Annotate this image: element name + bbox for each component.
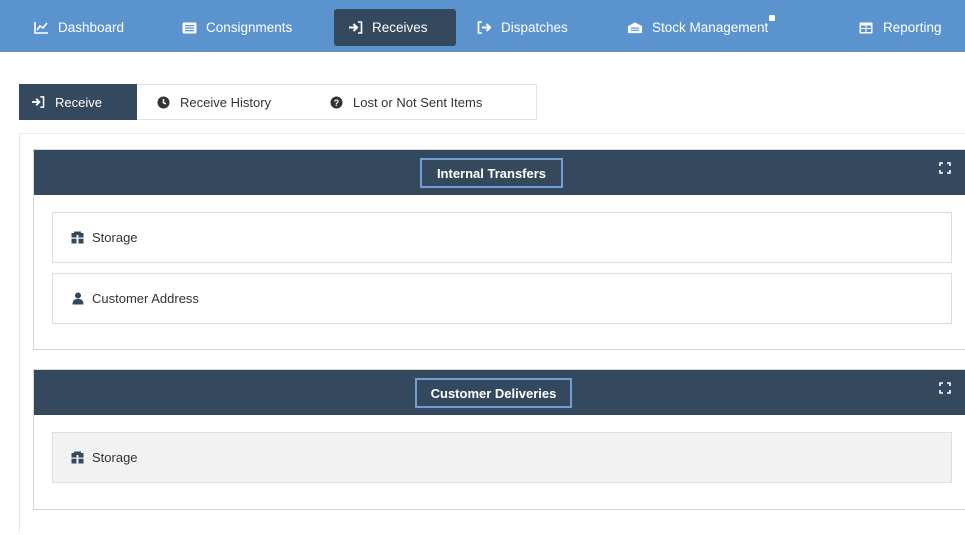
top-nav: Dashboard Consignments Receives Dispatch… (0, 0, 965, 52)
clock-icon (156, 95, 170, 109)
nav-dashboard-label: Dashboard (58, 20, 125, 35)
nav-reporting-label: Reporting (883, 20, 942, 35)
line-chart-icon (33, 21, 49, 35)
list-item-storage[interactable]: Storage (52, 432, 952, 483)
storage-icon (71, 451, 84, 464)
panel-header: Internal Transfers (34, 150, 965, 195)
list-item-customer-address[interactable]: Customer Address (52, 273, 952, 324)
panel-internal-transfers: Internal Transfers Storage Customer Addr… (33, 149, 965, 350)
row-label: Customer Address (92, 291, 199, 306)
user-icon (71, 292, 84, 305)
expand-icon[interactable] (939, 382, 951, 394)
question-circle-icon: ? (329, 95, 343, 109)
sign-out-icon (476, 21, 492, 35)
tab-lost-or-not-sent[interactable]: ? Lost or Not Sent Items (317, 85, 494, 119)
panel-title: Customer Deliveries (415, 378, 572, 408)
panel-customer-deliveries: Customer Deliveries Storage (33, 369, 965, 510)
nav-receives[interactable]: Receives (334, 9, 456, 46)
row-label: Storage (92, 230, 138, 245)
nav-dispatches[interactable]: Dispatches (463, 9, 581, 46)
tab-receive-label: Receive (55, 94, 102, 110)
panel-header: Customer Deliveries (34, 370, 965, 415)
sign-in-icon (31, 95, 45, 109)
nav-stock-management-label: Stock Management (652, 20, 769, 35)
warehouse-icon (627, 21, 643, 35)
sign-in-icon (347, 21, 363, 35)
nav-reporting[interactable]: Reporting (845, 9, 955, 46)
nav-consignments[interactable]: Consignments (168, 9, 305, 46)
tab-receive[interactable]: Receive (19, 84, 137, 120)
svg-text:?: ? (333, 98, 339, 108)
tab-receive-history[interactable]: Receive History (144, 85, 283, 119)
nav-dashboard[interactable]: Dashboard (20, 9, 137, 46)
tab-lost-or-not-sent-label: Lost or Not Sent Items (353, 94, 483, 110)
nav-receives-label: Receives (372, 20, 428, 35)
row-label: Storage (92, 450, 138, 465)
expand-icon[interactable] (939, 162, 951, 174)
panel-title: Internal Transfers (420, 158, 563, 188)
list-item-storage[interactable]: Storage (52, 212, 952, 263)
receive-tabs: Receive Receive History ? Lost or Not Se… (19, 84, 537, 120)
storage-icon (71, 231, 84, 244)
list-icon (181, 21, 197, 35)
tab-receive-history-label: Receive History (180, 94, 272, 110)
nav-stock-management[interactable]: Stock Management (614, 9, 781, 46)
notification-indicator (769, 15, 776, 21)
nav-consignments-label: Consignments (206, 20, 293, 35)
nav-dispatches-label: Dispatches (501, 20, 568, 35)
table-icon (858, 21, 874, 35)
